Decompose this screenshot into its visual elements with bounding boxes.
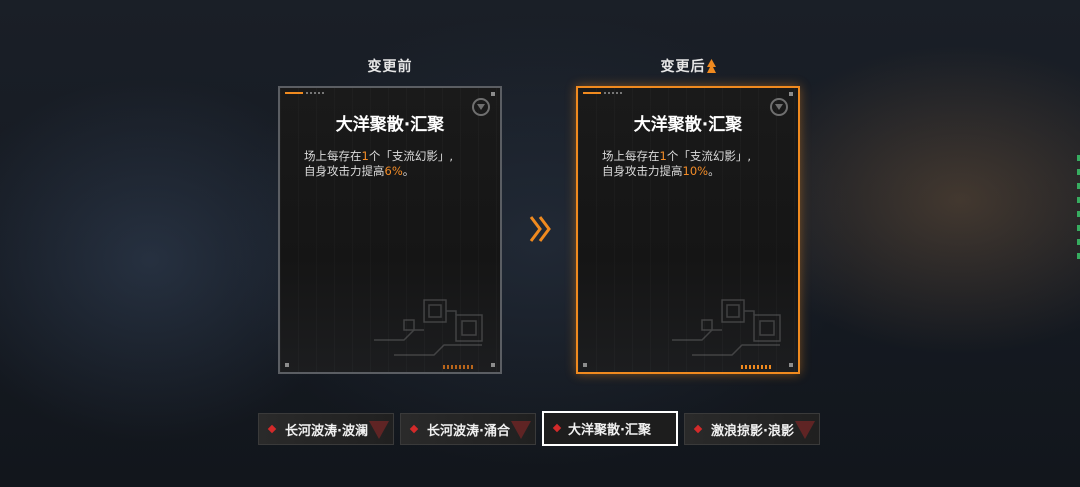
after-label: 变更后 bbox=[660, 59, 706, 75]
tab-label: 长河波涛·涌合 bbox=[427, 423, 510, 439]
desc-text: 场上每存在 bbox=[304, 149, 362, 163]
desc-text: 。 bbox=[708, 164, 720, 178]
desc-text: 自身攻击力提高 bbox=[602, 164, 683, 178]
card-accent-bar bbox=[285, 92, 303, 94]
skill-description: 场上每存在1个「支流幻影」, 自身攻击力提高10%。 bbox=[602, 149, 778, 179]
double-chevron-right-icon bbox=[529, 216, 551, 242]
skill-title: 大洋聚散·汇聚 bbox=[335, 115, 445, 135]
skill-card-before: 大洋聚散·汇聚 场上每存在1个「支流幻影」, 自身攻击力提高6%。 bbox=[278, 86, 502, 374]
corner-mark bbox=[285, 363, 289, 367]
corner-mark bbox=[491, 92, 495, 96]
desc-text: 个「支流幻影」, bbox=[368, 149, 453, 163]
skill-title: 大洋聚散·汇聚 bbox=[633, 115, 743, 135]
tab-skill-4[interactable]: 激浪掠影·浪影 bbox=[684, 413, 820, 445]
desc-text: 场上每存在 bbox=[602, 149, 660, 163]
circuit-decoration bbox=[672, 299, 781, 356]
circuit-decoration bbox=[374, 299, 483, 356]
card-stripes bbox=[741, 365, 773, 369]
corner-mark bbox=[583, 363, 587, 367]
attack-bonus-value: 6% bbox=[384, 164, 403, 178]
red-diamond-icon bbox=[552, 423, 562, 433]
corner-mark bbox=[789, 363, 793, 367]
tab-skill-3[interactable]: 大洋聚散·汇聚 bbox=[542, 411, 678, 446]
skill-tab-bar: 长河波涛·波澜 长河波涛·涌合 大洋聚散·汇聚 激浪掠影·浪影 bbox=[258, 411, 820, 447]
card-accent-bar bbox=[583, 92, 601, 94]
tab-skill-1[interactable]: 长河波涛·波澜 bbox=[258, 413, 394, 445]
tab-label: 大洋聚散·汇聚 bbox=[568, 423, 651, 438]
up-arrow-icon bbox=[706, 59, 716, 73]
red-diamond-icon bbox=[409, 424, 419, 434]
corner-mark bbox=[491, 363, 495, 367]
faction-emblem-icon bbox=[795, 421, 815, 439]
tab-skill-2[interactable]: 长河波涛·涌合 bbox=[400, 413, 536, 445]
desc-number: 1 bbox=[361, 149, 369, 163]
faction-emblem-icon bbox=[369, 421, 389, 439]
attack-bonus-value: 10% bbox=[682, 164, 709, 178]
card-dots bbox=[604, 92, 622, 96]
desc-number: 1 bbox=[659, 149, 667, 163]
card-dots bbox=[306, 92, 324, 96]
faction-emblem-icon bbox=[511, 421, 531, 439]
tab-label: 激浪掠影·浪影 bbox=[711, 423, 794, 439]
before-label: 变更前 bbox=[367, 59, 413, 75]
tab-label: 长河波涛·波澜 bbox=[285, 423, 368, 439]
card-stripes bbox=[443, 365, 475, 369]
desc-text: 。 bbox=[402, 164, 415, 178]
desc-text: 个「支流幻影」, bbox=[666, 149, 751, 163]
skill-description: 场上每存在1个「支流幻影」, 自身攻击力提高6%。 bbox=[304, 149, 480, 179]
red-diamond-icon bbox=[267, 424, 277, 434]
before-column-title: 变更前 bbox=[278, 56, 502, 76]
corner-mark bbox=[789, 92, 793, 96]
after-column-title: 变更后 bbox=[576, 56, 800, 76]
desc-text: 自身攻击力提高 bbox=[304, 164, 385, 178]
skill-card-after: 大洋聚散·汇聚 场上每存在1个「支流幻影」, 自身攻击力提高10%。 bbox=[576, 86, 800, 374]
red-diamond-icon bbox=[693, 424, 703, 434]
